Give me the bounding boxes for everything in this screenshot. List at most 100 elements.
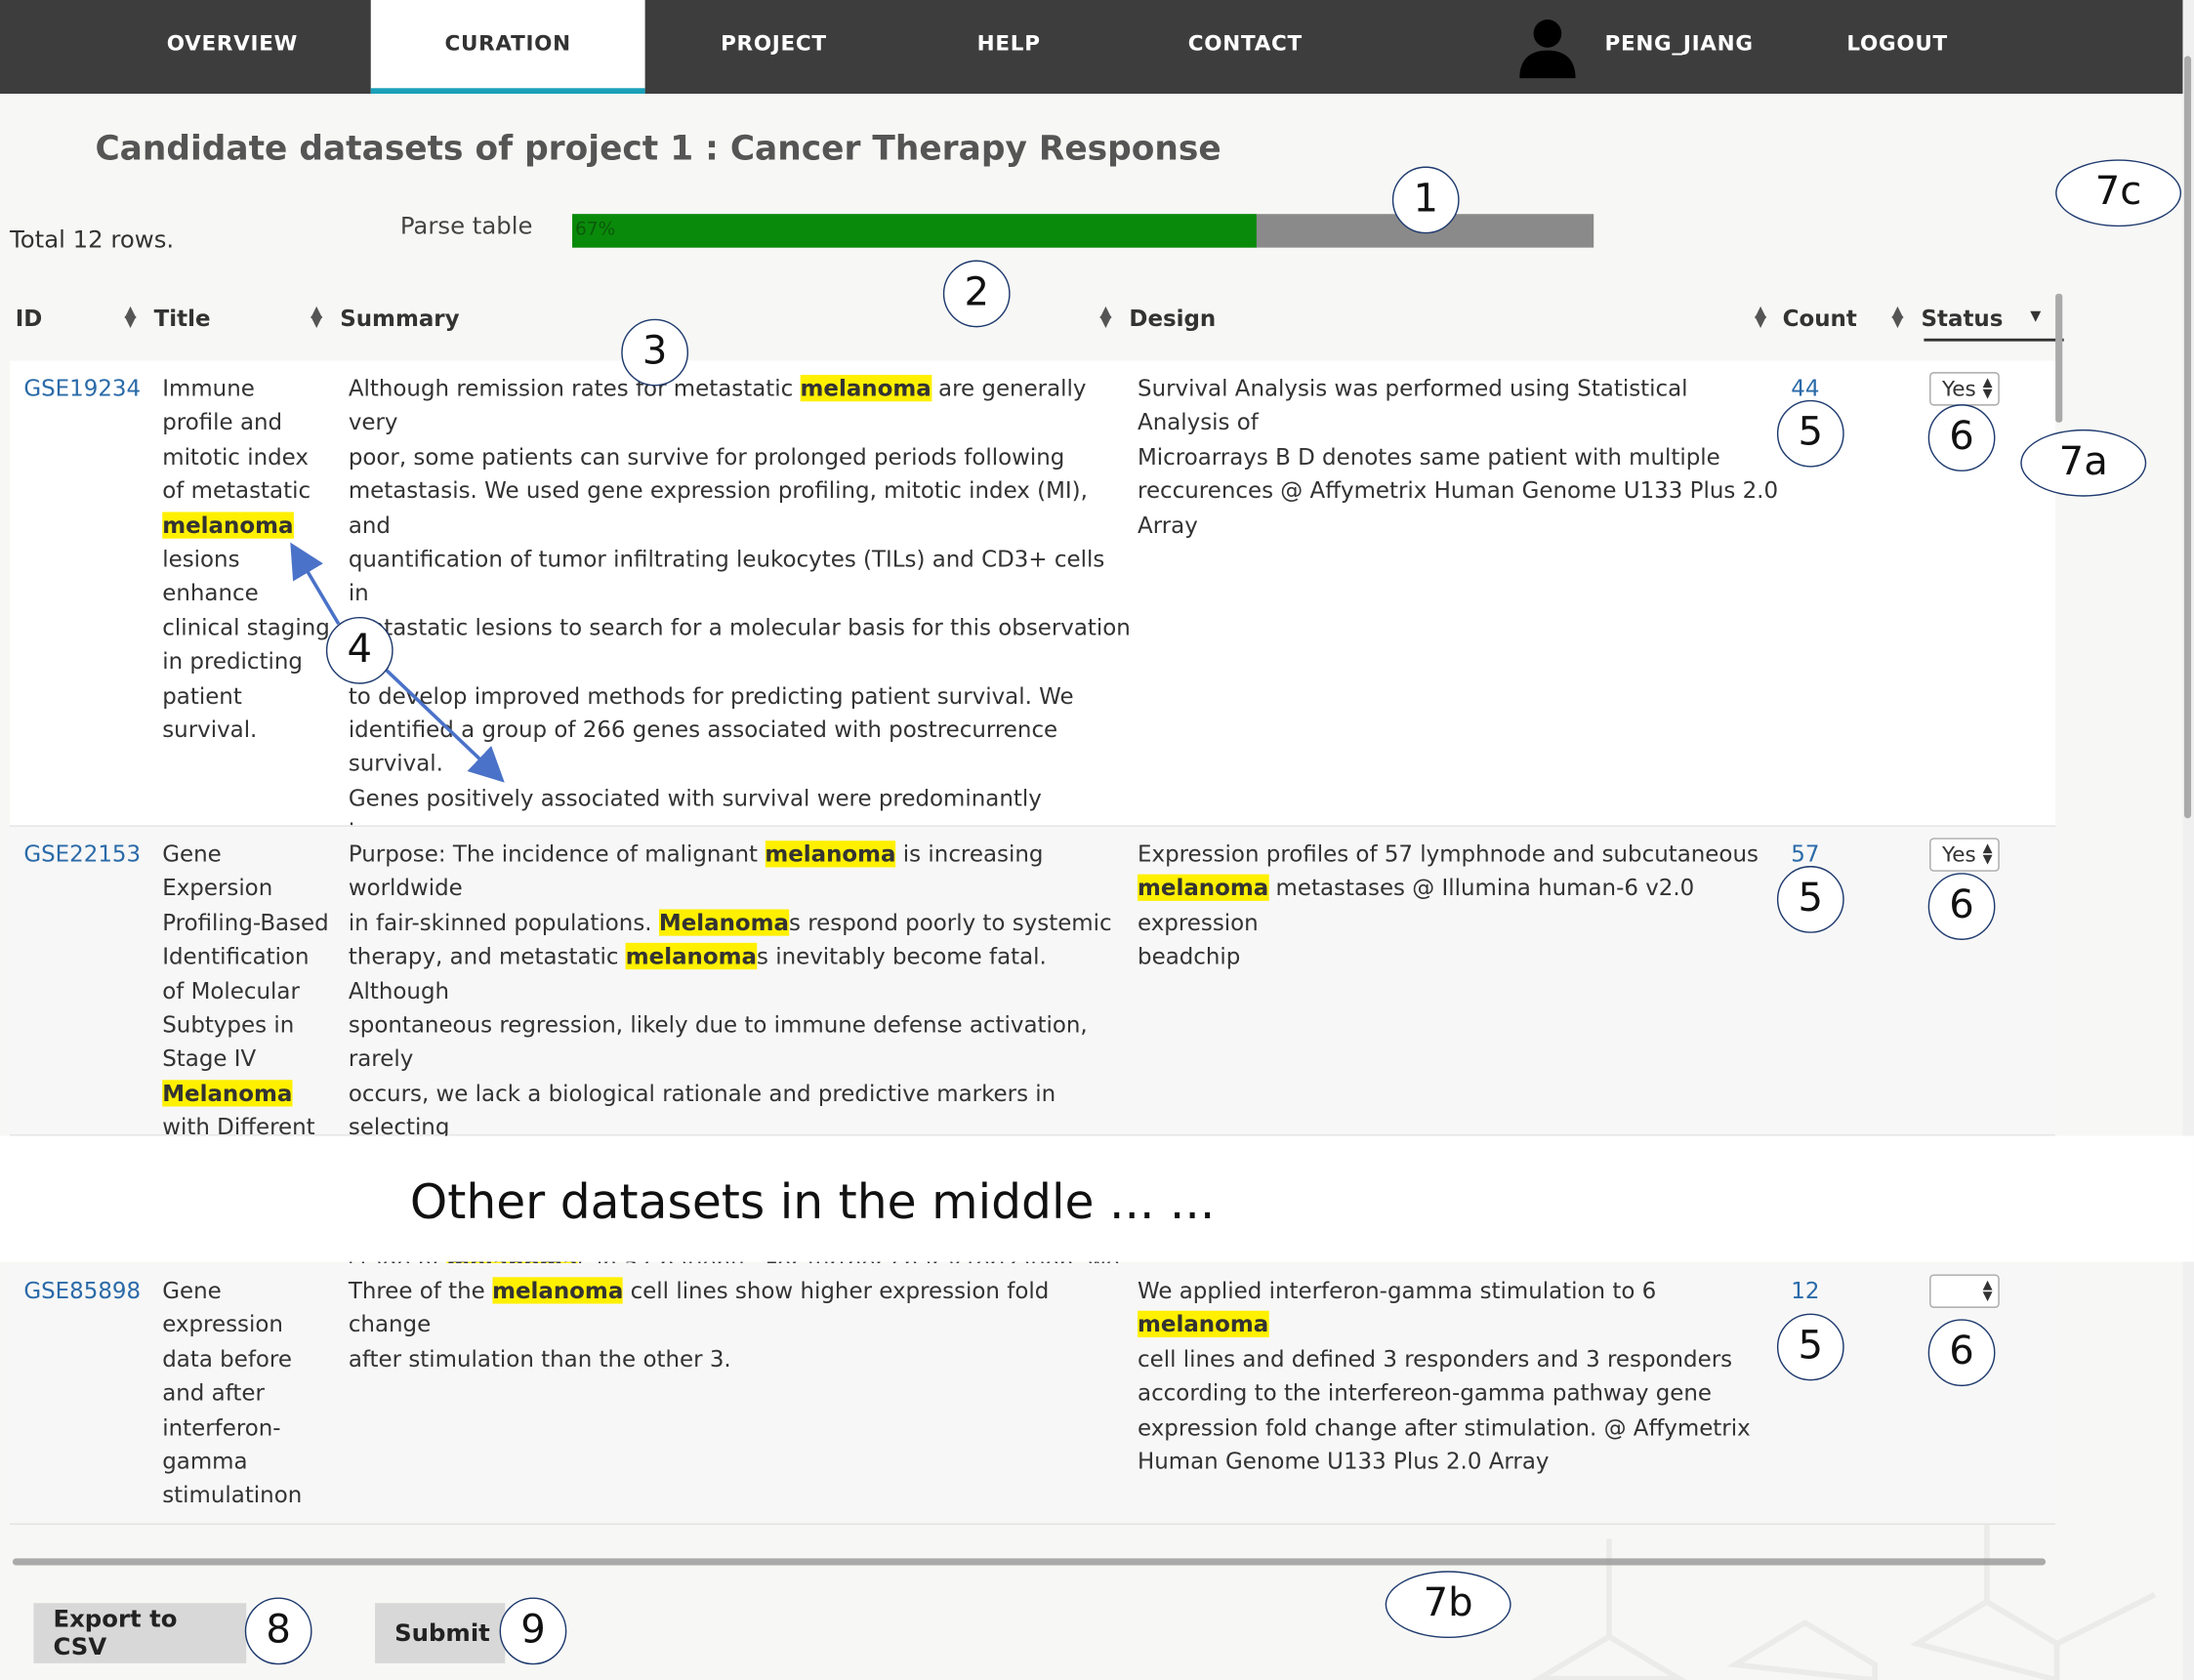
submit-button[interactable]: Submit [375, 1603, 506, 1663]
nav-curation[interactable]: CURATION [370, 0, 645, 95]
design-cell: We applied interferon-gamma stimulation … [1138, 1274, 1781, 1479]
annotation-callout: 6 [1927, 873, 1996, 940]
annotation-callout: 5 [1776, 1313, 1844, 1381]
annotation-callout: 5 [1776, 866, 1844, 933]
text-line: according to the interfereon-gamma pathw… [1138, 1379, 1713, 1407]
parse-progress-text: 67% [574, 219, 616, 241]
text-line: expression fold change after stimulation… [1138, 1414, 1751, 1441]
column-header-title[interactable]: Title [154, 305, 211, 331]
status-select[interactable]: Yes ▲ ▼ [1929, 838, 2000, 872]
username-link[interactable]: PENG_JIANG [1593, 0, 1766, 94]
status-select[interactable]: Yes ▲ ▼ [1929, 372, 2000, 406]
column-header-count[interactable]: Count [1783, 305, 1857, 331]
table-row: GSE22153 Gene Expersion Profiling-Based Ide… [10, 826, 2056, 1345]
text-line: Purpose: The incidence of malignant mela… [348, 840, 1044, 902]
text-line: Survival Analysis was performed using St… [1138, 375, 1688, 436]
user-silhouette-icon[interactable] [1519, 17, 1576, 79]
annotation-callout: 5 [1776, 399, 1844, 468]
annotation-callout: 3 [621, 318, 689, 387]
text-line: Gene [162, 1277, 222, 1304]
count-link[interactable]: 12 [1791, 1277, 1819, 1303]
table-header: ID ▲ ▼ Title ▲ ▼ Summary ▲ ▼ Design ▲ ▼ Coun… [10, 294, 2064, 342]
text-line: Profiling-Based [162, 909, 329, 936]
annotation-callout: 9 [499, 1597, 567, 1665]
molecule-background-icon [1531, 1524, 2157, 1680]
annotation-callout: 6 [1927, 404, 1996, 471]
column-header-id[interactable]: ID [16, 305, 43, 331]
annotation-callout: 8 [244, 1597, 312, 1665]
text-line: of metastatic [162, 476, 311, 505]
text-line: therapy, and metastatic melanomas inevit… [348, 943, 1047, 1004]
dataset-id-link[interactable]: GSE85898 [23, 1277, 141, 1303]
text-line: melanoma [162, 509, 330, 543]
select-arrows-icon: ▲ ▼ [1982, 376, 1993, 402]
keyword-highlight: melanoma [625, 943, 757, 970]
status-dropdown-icon[interactable]: ▼ [2030, 309, 2041, 325]
text-line: Although remission rates for metastatic … [348, 375, 1087, 436]
table-row: GSE85898 Gene expression data before and af… [10, 1262, 2056, 1525]
text-line: stimulatinon [162, 1482, 303, 1509]
annotation-callout: 7b [1385, 1571, 1511, 1639]
status-select[interactable]: ▲ ▼ [1929, 1274, 2000, 1308]
text-line: clinical staging [162, 613, 330, 641]
table-scrollbar-thumb[interactable] [2055, 293, 2063, 423]
column-header-design[interactable]: Design [1129, 305, 1216, 331]
sort-id-icon[interactable]: ▲ ▼ [125, 304, 137, 329]
text-line: poor, some patients can survive for prol… [348, 442, 1065, 471]
dataset-id-link[interactable]: GSE19234 [23, 375, 141, 401]
text-line: identified a group of 266 genes associat… [348, 716, 1058, 777]
nav-contact[interactable]: CONTACT [1161, 0, 1329, 94]
nav-help[interactable]: HELP [951, 0, 1066, 94]
status-select-value: Yes [1942, 376, 1976, 402]
column-header-status[interactable]: Status [1922, 305, 2004, 331]
text-line: metastasis. We used gene expression prof… [348, 476, 1088, 539]
text-line: Melanoma [162, 1077, 337, 1111]
text-line: reccurences @ Affymetrix Human Genome U1… [1138, 476, 1779, 505]
text-line: Subtypes in [162, 1011, 295, 1039]
count-link[interactable]: 57 [1791, 840, 1819, 867]
summary-cell: Three of the melanoma cell lines show hi… [349, 1274, 1132, 1376]
count-link[interactable]: 44 [1791, 375, 1819, 401]
parse-progress-fill [572, 214, 1257, 248]
design-cell: Expression profiles of 57 lymphnode and … [1138, 838, 1781, 974]
top-navbar: OVERVIEW CURATION PROJECT HELP CONTACT P… [0, 0, 2183, 95]
text-line: data before [162, 1345, 292, 1373]
text-line: Human Genome U133 Plus 2.0 Array [1138, 1448, 1550, 1475]
title-cell: Gene Expersion Profiling-Based Identificati… [162, 838, 337, 1145]
keyword-highlight: Melanoma [658, 909, 790, 936]
sort-summary-icon[interactable]: ▲ ▼ [1099, 304, 1111, 329]
annotation-callout: 7a [2020, 429, 2147, 497]
annotation-callout: 2 [942, 260, 1011, 328]
sort-design-icon[interactable]: ▲ ▼ [1755, 304, 1766, 329]
page-title: Candidate datasets of project 1 : Cancer… [95, 128, 1221, 168]
text-line: metastatic lesions to search for a molec… [348, 613, 1131, 675]
logout-link[interactable]: LOGOUT [1836, 0, 1959, 94]
omitted-rows-note: Other datasets in the middle ... ... [409, 1174, 1216, 1232]
text-line: melanoma metastases @ Illumina human-6 v… [1138, 875, 1695, 936]
title-cell: Immune profile and mitotic index of metasta… [162, 372, 330, 748]
sort-count-icon[interactable]: ▲ ▼ [1891, 304, 1903, 329]
vertical-scrollbar-thumb[interactable] [2183, 56, 2192, 819]
text-line: Identification [162, 943, 310, 970]
text-line: survival. [162, 716, 258, 744]
annotation-callout: 7c [2055, 159, 2182, 227]
select-arrows-icon: ▲ ▼ [1982, 841, 1993, 868]
keyword-highlight: Melanoma [162, 1080, 293, 1107]
text-line: Expersion [162, 875, 273, 902]
keyword-highlight: melanoma [1138, 1311, 1269, 1338]
nav-overview[interactable]: OVERVIEW [135, 0, 331, 94]
design-cell: Survival Analysis was performed using St… [1138, 372, 1781, 543]
nav-project[interactable]: PROJECT [689, 0, 857, 94]
text-line: patient [162, 681, 242, 710]
keyword-highlight: melanoma [1138, 875, 1269, 902]
annotation-callout: 4 [325, 616, 393, 684]
export-csv-button[interactable]: Export to CSV [33, 1603, 247, 1663]
dataset-id-link[interactable]: GSE22153 [23, 840, 141, 867]
title-cell: Gene expression data before and after interf… [162, 1274, 330, 1513]
status-select-value: Yes [1942, 841, 1976, 868]
text-line: mitotic index [162, 442, 309, 471]
text-line: to develop improved methods for predicti… [348, 681, 1074, 710]
column-header-summary[interactable]: Summary [340, 305, 459, 331]
select-arrows-icon: ▲ ▼ [1982, 1278, 1993, 1304]
sort-title-icon[interactable]: ▲ ▼ [310, 304, 322, 329]
